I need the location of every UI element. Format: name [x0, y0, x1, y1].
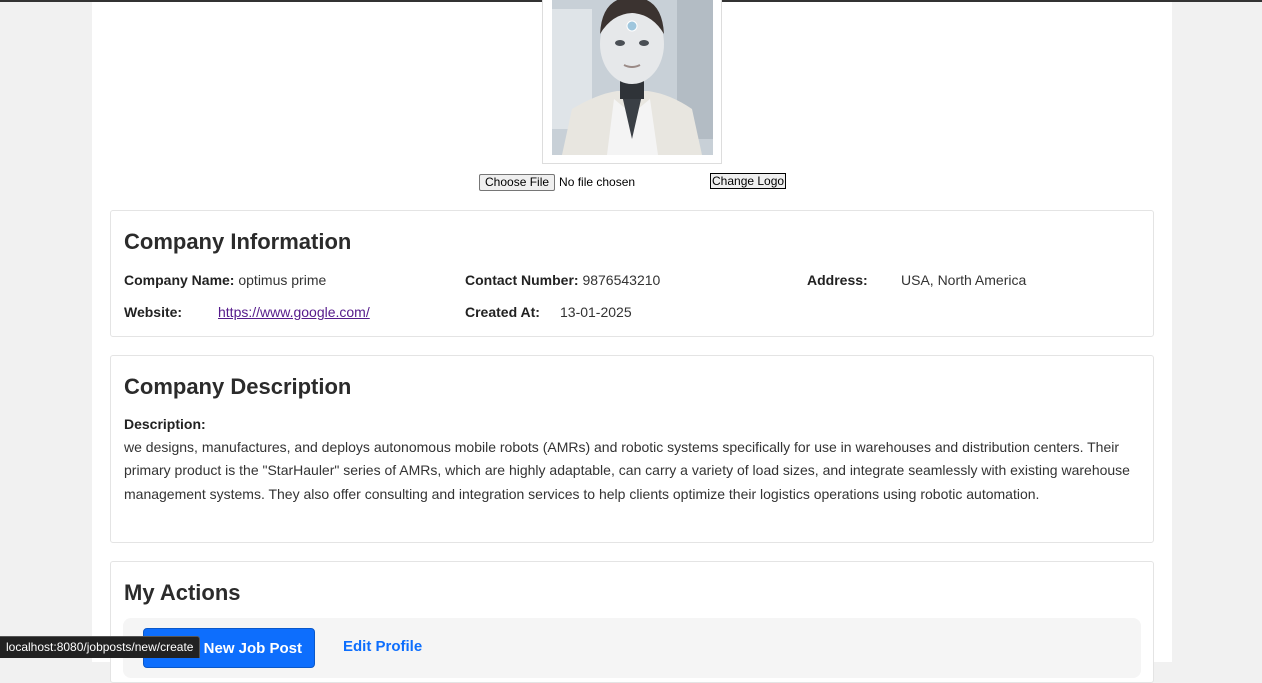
address-field: Address: [807, 272, 868, 288]
description-label: Description: [124, 416, 206, 432]
company-name-field: Company Name: optimus prime [124, 272, 326, 288]
address-value-wrapper: USA, North America [901, 272, 1026, 288]
edit-profile-link[interactable]: Edit Profile [343, 638, 422, 655]
company-description-card: Company Description Description: we desi… [110, 355, 1154, 543]
logo-file-picker: Choose File No file chosen [479, 173, 635, 191]
company-name-label: Company Name: [124, 272, 235, 288]
actions-toolbar: New Job Post Edit Profile [123, 618, 1141, 678]
created-at-label: Created At: [465, 304, 540, 320]
my-actions-card: My Actions New Job Post Edit Profile [110, 561, 1154, 683]
website-value-wrapper: https://www.google.com/ [218, 304, 370, 320]
file-status-text: No file chosen [559, 175, 636, 189]
my-actions-heading: My Actions [124, 580, 241, 605]
contact-number-field: Contact Number: 9876543210 [465, 272, 660, 288]
company-information-heading: Company Information [124, 229, 352, 254]
website-label-wrapper: Website: [124, 304, 182, 320]
company-logo-frame [542, 0, 722, 164]
contact-number-value: 9876543210 [582, 272, 661, 288]
company-logo-image [552, 0, 713, 155]
address-value: USA, North America [901, 272, 1027, 288]
company-name-value: optimus prime [238, 272, 327, 288]
browser-status-url: localhost:8080/jobposts/new/create [0, 636, 201, 658]
address-label: Address: [807, 272, 868, 288]
website-link[interactable]: https://www.google.com/ [218, 304, 370, 320]
description-text: we designs, manufactures, and deploys au… [124, 439, 1130, 502]
company-description-heading: Company Description [124, 374, 352, 399]
created-at-value: 13-01-2025 [560, 304, 632, 320]
contact-number-label: Contact Number: [465, 272, 579, 288]
website-label: Website: [124, 304, 183, 320]
created-at-label-wrapper: Created At: [465, 304, 540, 320]
choose-file-button[interactable]: Choose File [479, 173, 556, 191]
company-information-card: Company Information Company Name: optimu… [110, 210, 1154, 337]
created-at-value-wrapper: 13-01-2025 [560, 304, 632, 320]
change-logo-button[interactable]: Change Logo [710, 173, 787, 189]
profile-page: Choose File No file chosen Change Logo C… [92, 0, 1172, 683]
